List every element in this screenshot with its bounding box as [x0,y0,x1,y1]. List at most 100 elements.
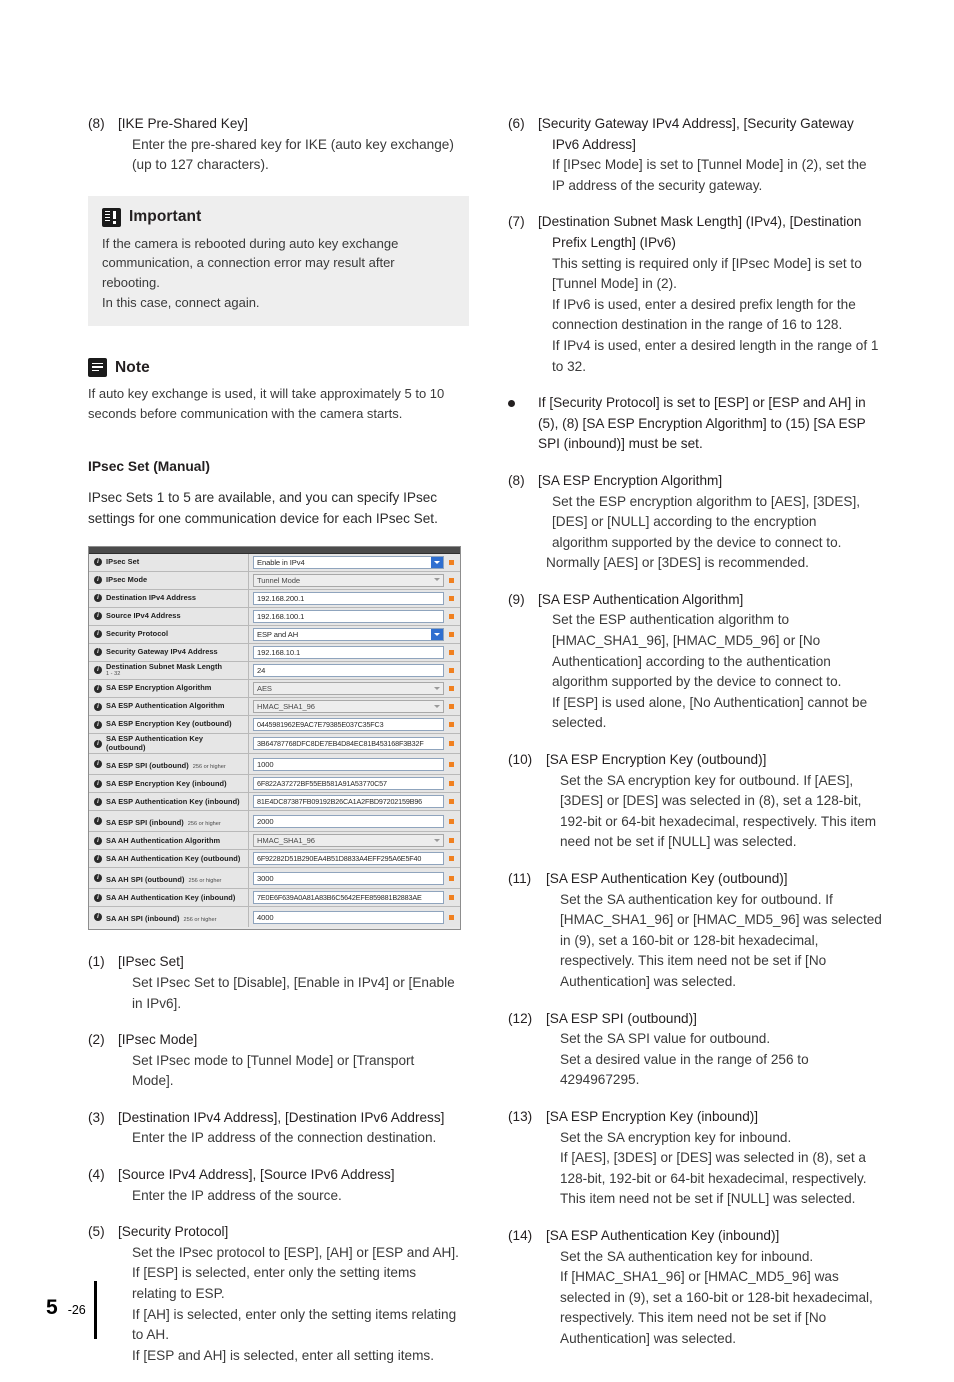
list-item-heading: [IPsec Set] [118,954,184,970]
settings-row: i SA AH Authentication Key (inbound) 7E0E6… [89,889,460,908]
required-marker-icon [449,875,454,881]
info-icon[interactable]: i [94,648,102,657]
label-text: Destination IPv4 Address [106,592,197,602]
list-item-heading: [IKE Pre-Shared Key] [118,116,248,131]
label-text: SA AH SPI (outbound) [106,875,185,885]
desc-line: If [IPsec Mode] is set to [Tunnel Mode] … [552,157,867,173]
field-value: 6F822A37272BF55EB581A91A53770C57 [257,779,387,789]
label-text: SA AH Authentication Key (inbound) [106,892,236,902]
info-icon[interactable]: i [94,666,102,675]
settings-row: i SA ESP Encryption Algorithm AES [89,680,460,699]
settings-text-input[interactable]: 81E4DC87387FB09192B26CA1A2FBD97202159B96 [253,795,444,809]
desc-line: respectively. This item need not be set … [560,1310,827,1326]
settings-text-input[interactable]: 6F822A37272BF55EB581A91A53770C57 [253,777,444,791]
desc-line: Set the SA SPI value for outbound. [560,1031,771,1047]
settings-dropdown[interactable]: HMAC_SHA1_96 [253,700,444,714]
settings-text-input[interactable]: 7E0E6F639A0A81A83B6C5642EFE859881B2883AE [253,891,444,905]
info-icon[interactable]: i [94,760,102,769]
info-icon[interactable]: i [94,817,102,826]
desc-line: If [AH] is selected, enter only the sett… [132,1306,457,1322]
settings-row: i IPsec Set Enable in IPv4 [89,553,460,572]
callout-line: If the camera is rebooted during auto ke… [102,235,399,251]
required-marker-icon [449,631,454,637]
settings-text-input[interactable]: 3B64787768DFC8DE7EB4D84EC81B453168F3B32F [253,737,444,751]
settings-text-input[interactable]: 1000 [253,757,444,771]
settings-dropdown[interactable]: ESP and AH [253,627,444,641]
desc-line: selected in (9), set a 160-bit or 128-bi… [560,1289,873,1305]
settings-row-field: 0445981962E9AC7E79385E037C35FC3 [249,716,460,733]
settings-text-input[interactable]: 4000 [253,910,444,924]
settings-row-label: i SA ESP SPI (outbound) 256 or higher [89,754,249,775]
note-icon [88,358,107,378]
desc-line: algorithm supported by the device to con… [552,534,842,550]
info-icon[interactable]: i [94,576,102,585]
note-callout-header: Note [88,358,469,378]
important-icon [102,207,121,227]
settings-row-field: 192.168.100.1 [249,608,460,625]
info-icon[interactable]: i [94,739,102,748]
settings-dropdown[interactable]: Tunnel Mode [253,573,444,587]
settings-row-field: 24 [249,662,460,680]
settings-text-input[interactable]: 2000 [253,814,444,828]
info-icon[interactable]: i [94,720,102,729]
settings-row-label: i SA ESP Encryption Key (inbound) [89,775,249,793]
settings-row-field: 3B64787768DFC8DE7EB4D84EC81B453168F3B32F [249,734,460,753]
settings-dropdown[interactable]: HMAC_SHA1_96 [253,834,444,848]
field-value: 192.168.100.1 [257,611,305,621]
info-icon[interactable]: i [94,684,102,693]
required-marker-icon [449,686,454,692]
settings-text-input[interactable]: 192.168.100.1 [253,609,444,623]
settings-text-input[interactable]: 192.168.200.1 [253,591,444,605]
settings-text-input[interactable]: 3000 [253,871,444,885]
list-item-1-ipsec-set: (1) [IPsec Set] Set IPsec Set to [Disabl… [88,952,469,1014]
list-item-heading: [SA ESP Encryption Key (inbound)] [546,1108,759,1124]
info-icon[interactable]: i [94,558,102,567]
callout-line: seconds before communication with the ca… [88,405,403,421]
info-icon[interactable]: i [94,702,102,711]
settings-text-input[interactable]: 6F92282D51B290EA4B51D8833A4EFF295A6E5F40 [253,852,444,866]
settings-dropdown[interactable]: AES [253,682,444,696]
bullet-line: (5), (8) [SA ESP Encryption Algorithm] t… [538,415,866,431]
info-icon[interactable]: i [94,612,102,621]
info-icon[interactable]: i [94,874,102,883]
list-item-number: (9) [508,591,525,607]
field-value: Tunnel Mode [257,575,300,585]
field-value: 3000 [257,873,274,883]
required-marker-icon [449,781,454,787]
chevron-down-icon[interactable] [431,556,443,568]
settings-text-input[interactable]: 192.168.10.1 [253,645,444,659]
info-icon[interactable]: i [94,836,102,845]
info-icon[interactable]: i [94,630,102,639]
list-item-description: Set the IPsec protocol to [ESP], [AH] or… [118,1243,469,1367]
list-item-heading: [SA ESP Authentication Key (outbound)] [546,871,788,886]
settings-row-label: i SA AH SPI (outbound) 256 or higher [89,868,249,889]
settings-text-input[interactable]: 24 [253,663,444,677]
label-text: SA ESP SPI (outbound) [106,761,189,771]
info-icon[interactable]: i [94,779,102,788]
required-marker-icon [449,649,454,655]
callout-line: communication, a connection error may re… [102,255,395,290]
info-icon[interactable]: i [94,854,102,863]
settings-row-field: ESP and AH [249,626,460,643]
settings-dropdown[interactable]: Enable in IPv4 [253,555,444,569]
info-icon[interactable]: i [94,913,102,922]
field-value: 7E0E6F639A0A81A83B6C5642EFE859881B2883AE [257,893,422,903]
list-item-description: Set IPsec Set to [Disable], [Enable in I… [118,973,469,1014]
chevron-down-icon[interactable] [431,628,443,640]
label-text: SA ESP Authentication Key (outbound) [106,734,204,752]
note-callout: Note If auto key exchange is used, it wi… [88,346,469,437]
field-value: 1000 [257,759,274,769]
important-callout-title: Important [129,208,202,226]
settings-row-field: HMAC_SHA1_96 [249,832,460,849]
settings-row-field: 81E4DC87387FB09192B26CA1A2FBD97202159B96 [249,793,460,810]
page-number: -26 [67,1303,86,1317]
info-icon[interactable]: i [94,594,102,603]
info-icon[interactable]: i [94,893,102,902]
list-item-9-sa-esp-authentication-algorithm: (9) [SA ESP Authentication Algorithm] Se… [508,590,889,734]
settings-row: i Security Protocol ESP and AH [89,625,460,644]
info-icon[interactable]: i [94,797,102,806]
settings-text-input[interactable]: 0445981962E9AC7E79385E037C35FC3 [253,718,444,732]
list-item-8-ike-pre-shared-key: (8) [IKE Pre-Shared Key] Enter the pre-s… [88,114,469,176]
settings-row-label: i SA ESP SPI (inbound) 256 or higher [89,811,249,832]
required-marker-icon [449,722,454,728]
